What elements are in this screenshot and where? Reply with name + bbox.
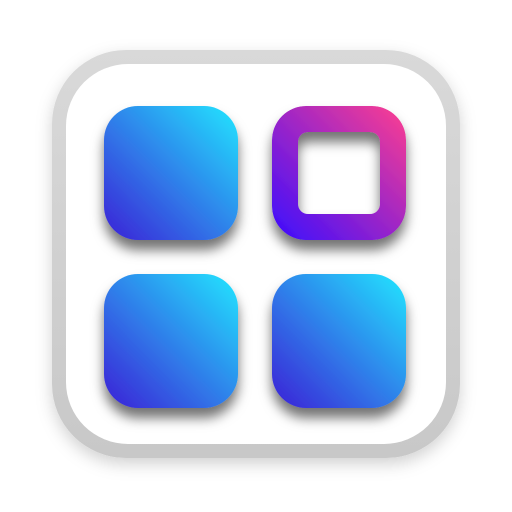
app-grid-icon — [52, 50, 460, 458]
tile-bottom-right — [272, 274, 406, 408]
tile-top-left — [104, 106, 238, 240]
tile-top-right-outline — [272, 106, 406, 240]
tile-bottom-left — [104, 274, 238, 408]
app-icon-canvas — [0, 0, 512, 512]
